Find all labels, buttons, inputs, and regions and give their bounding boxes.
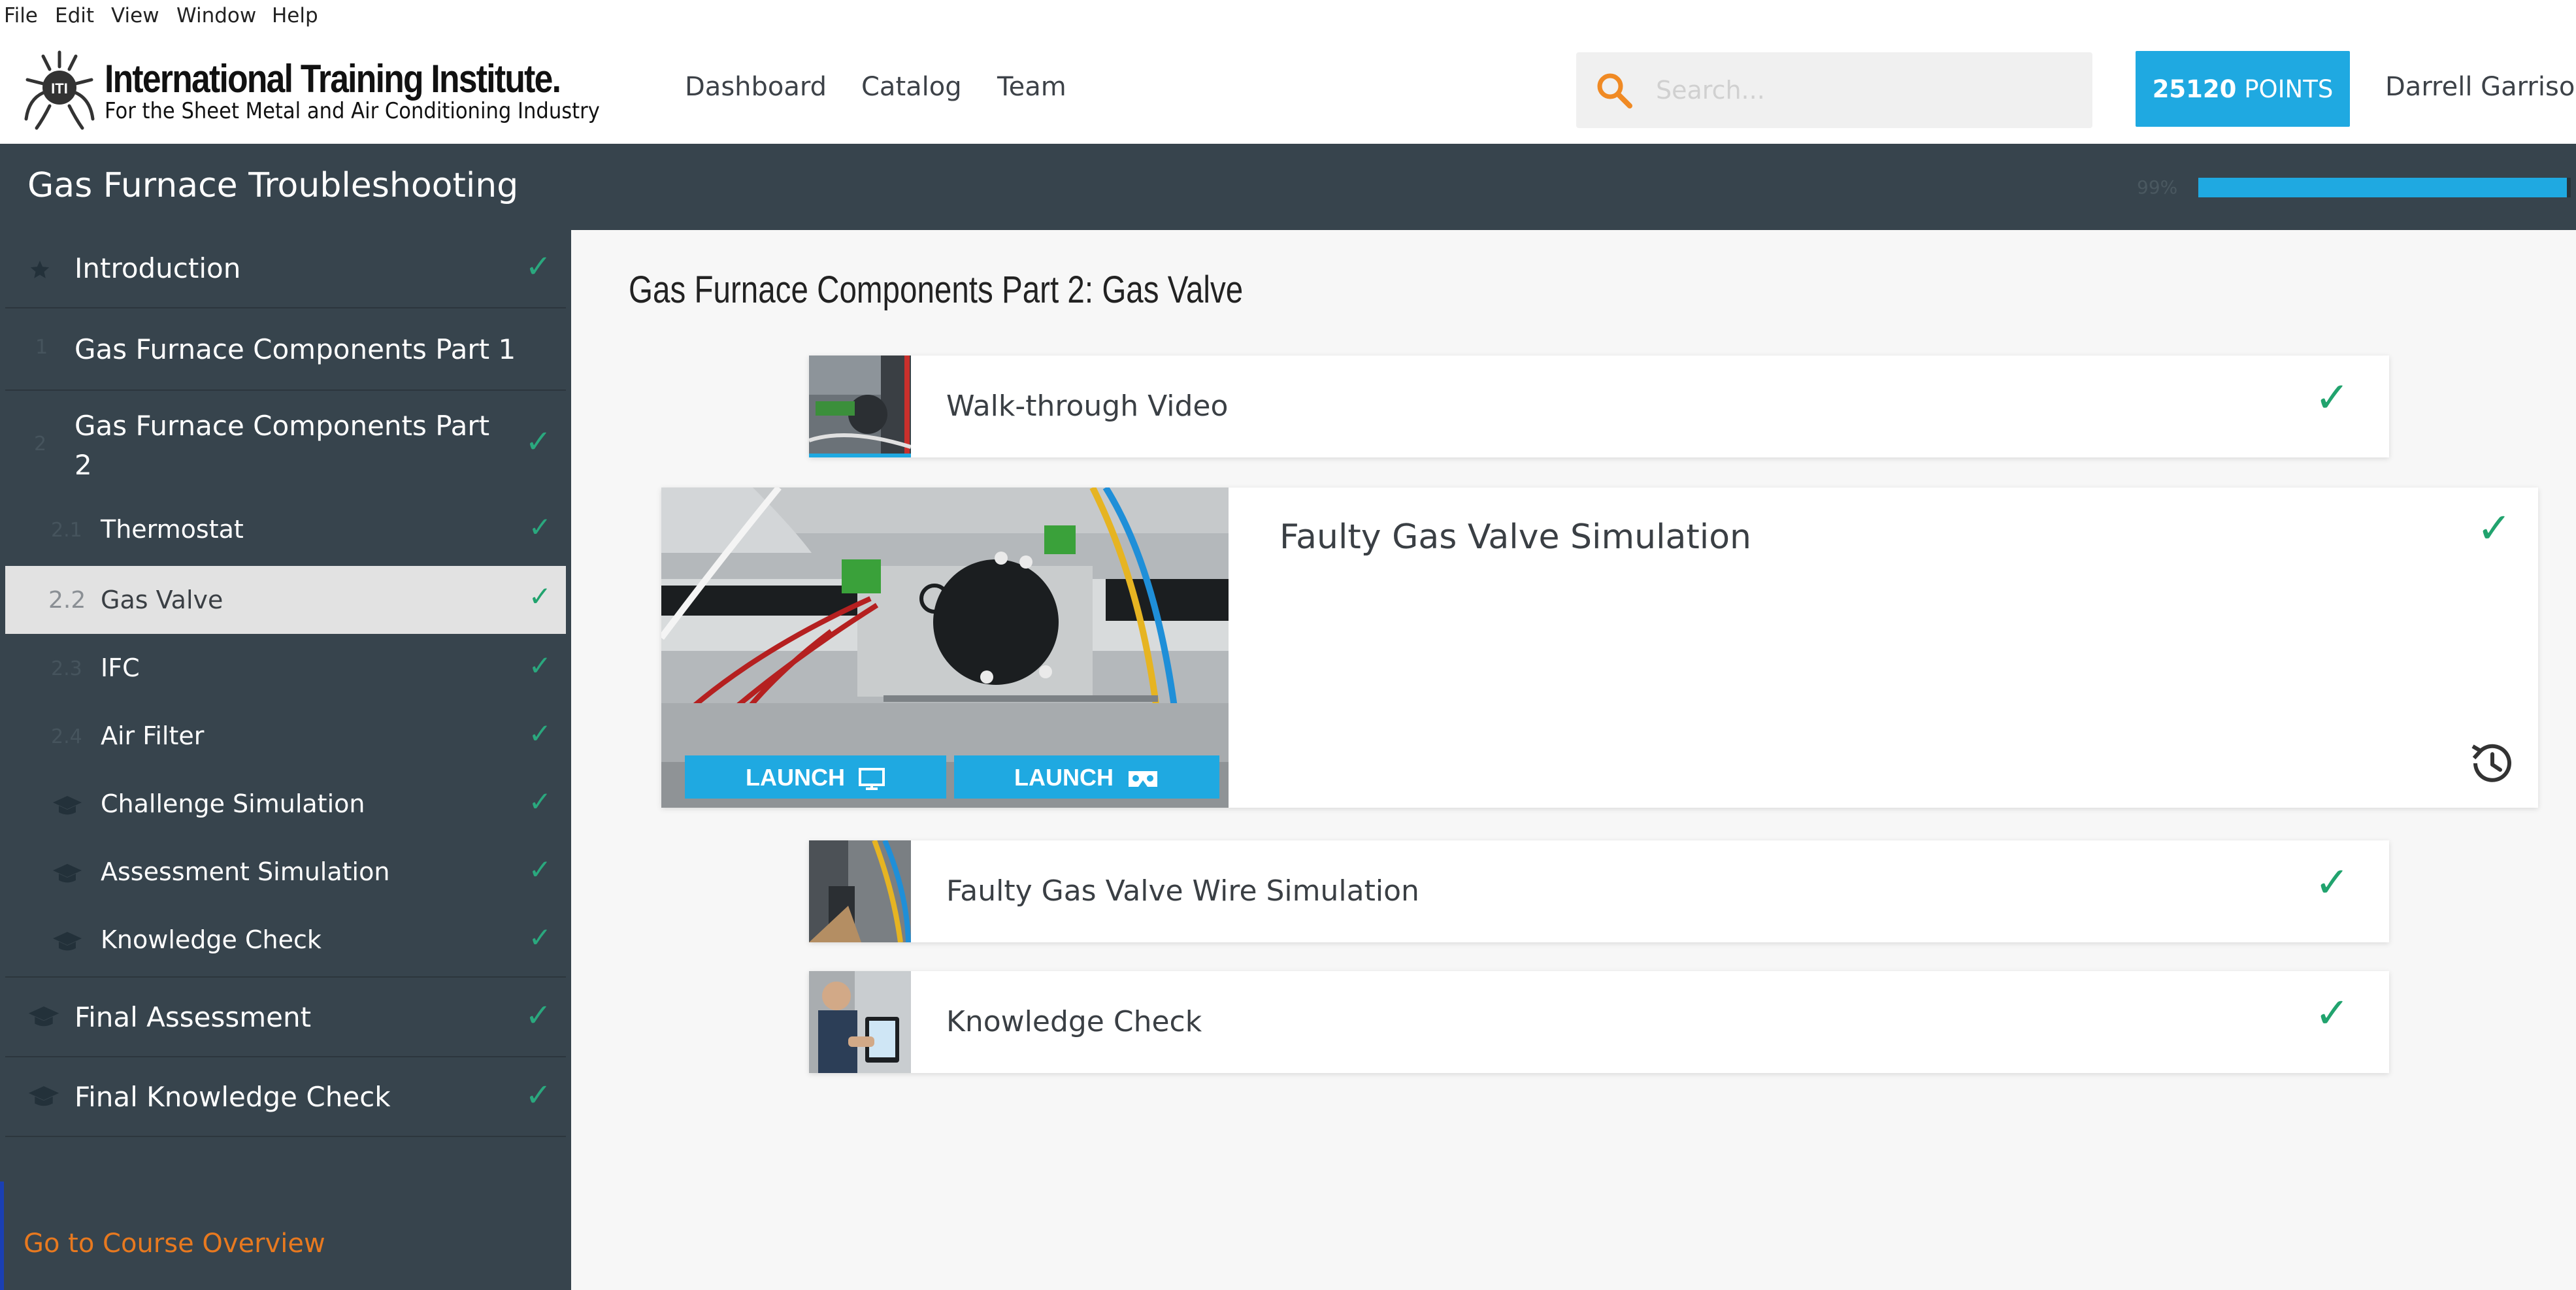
activity-title: Knowledge Check — [946, 1005, 1202, 1038]
activity-card-knowledge-check[interactable]: Knowledge Check ✓ — [809, 971, 2389, 1073]
sidebar-item-air-filter[interactable]: 2.4 Air Filter ✓ — [5, 703, 566, 771]
check-icon: ✓ — [2315, 374, 2350, 422]
check-icon: ✓ — [528, 650, 552, 682]
sidebar-item-thermostat[interactable]: 2.1 Thermostat ✓ — [5, 497, 566, 565]
vr-headset-icon — [1129, 771, 1157, 787]
progress-percent: 99% — [2137, 176, 2178, 198]
course-overview-link[interactable]: Go to Course Overview — [24, 1229, 325, 1259]
activity-thumbnail — [809, 840, 911, 942]
sidebar-divider — [5, 1136, 566, 1137]
sidebar-item-label: Challenge Simulation — [101, 789, 365, 818]
activity-card-walkthrough-video[interactable]: Walk-through Video ✓ — [809, 356, 2389, 457]
graduation-cap-icon — [28, 1006, 59, 1027]
sidebar-item-label: Introduction — [74, 252, 241, 284]
sidebar-item-number: 2.3 — [51, 657, 82, 680]
menu-window[interactable]: Window — [176, 4, 256, 27]
menu-view[interactable]: View — [111, 4, 159, 27]
sidebar-item-label: Assessment Simulation — [101, 857, 390, 886]
menu-bar: File Edit View Window Help — [0, 0, 2576, 37]
check-icon: ✓ — [528, 718, 552, 750]
sidebar-item-label: Air Filter — [101, 721, 205, 750]
course-bar: Gas Furnace Troubleshooting 99% — [0, 144, 2576, 230]
sidebar-item-part-1[interactable]: 1 Gas Furnace Components Part 1 — [5, 308, 566, 389]
graduation-cap-icon — [53, 796, 82, 815]
course-title: Gas Furnace Troubleshooting — [27, 166, 519, 205]
sidebar-item-assessment-simulation[interactable]: Assessment Simulation ✓ — [5, 839, 566, 907]
section-title: Gas Furnace Components Part 2: Gas Valve — [629, 269, 1244, 311]
logo-subtitle: For the Sheet Metal and Air Conditioning… — [105, 98, 600, 124]
activity-thumbnail — [809, 971, 911, 1073]
launch-label: LAUNCH — [1014, 764, 1114, 791]
points-value: 25120 — [2152, 75, 2237, 103]
sidebar-item-label: IFC — [101, 653, 140, 682]
check-icon: ✓ — [525, 1077, 552, 1114]
check-icon: ✓ — [2477, 504, 2512, 553]
star-icon — [30, 260, 50, 278]
check-icon: ✓ — [528, 511, 552, 543]
points-button[interactable]: 25120 POINTS — [2136, 51, 2350, 127]
nav-catalog[interactable]: Catalog — [861, 72, 962, 102]
search-box[interactable] — [1576, 52, 2092, 128]
check-icon: ✓ — [528, 853, 552, 885]
sidebar-item-final-assessment[interactable]: Final Assessment ✓ — [5, 978, 566, 1056]
sidebar-item-label: Thermostat — [101, 515, 244, 544]
sidebar-item-knowledge-check[interactable]: Knowledge Check ✓ — [5, 907, 566, 975]
nav-dashboard[interactable]: Dashboard — [685, 72, 827, 102]
points-label: POINTS — [2244, 75, 2334, 103]
check-icon: ✓ — [525, 997, 552, 1034]
progress-bar — [2198, 178, 2571, 197]
check-icon: ✓ — [528, 786, 552, 818]
monitor-icon — [859, 768, 885, 791]
graduation-cap-icon — [28, 1086, 59, 1106]
activity-title: Walk-through Video — [946, 389, 1229, 423]
activity-thumbnail — [809, 356, 911, 457]
sidebar-item-gas-valve[interactable]: 2.2 Gas Valve ✓ — [5, 566, 566, 634]
graduation-cap-icon — [53, 864, 82, 883]
nav-team[interactable]: Team — [997, 72, 1066, 102]
logo-title: International Training Institute. — [105, 57, 561, 101]
check-icon: ✓ — [525, 248, 552, 285]
svg-text:ITI: ITI — [51, 80, 68, 97]
check-icon: ✓ — [528, 580, 552, 612]
menu-edit[interactable]: Edit — [55, 4, 94, 27]
top-header: ITI International Training Institute. Fo… — [0, 37, 2576, 144]
sidebar-item-number: 1 — [35, 336, 48, 359]
sidebar-item-label: Gas Valve — [101, 586, 223, 614]
progress-fill — [2198, 178, 2568, 197]
check-icon: ✓ — [2315, 989, 2350, 1038]
launch-desktop-button[interactable]: LAUNCH — [685, 755, 946, 799]
sidebar-item-final-knowledge-check[interactable]: Final Knowledge Check ✓ — [5, 1057, 566, 1136]
check-icon: ✓ — [2315, 859, 2350, 907]
search-input[interactable] — [1655, 67, 2075, 114]
sidebar-item-label: Final Knowledge Check — [74, 1081, 391, 1113]
launch-vr-button[interactable]: LAUNCH — [954, 755, 1219, 799]
menu-help[interactable]: Help — [272, 4, 318, 27]
iti-logo-icon: ITI — [24, 50, 95, 130]
check-icon: ✓ — [525, 423, 552, 460]
activity-card-faulty-gas-valve-simulation[interactable]: LAUNCH LAUNCH Faulty Gas Valve Simulatio… — [661, 488, 2538, 808]
activity-title: Faulty Gas Valve Simulation — [1280, 518, 1752, 557]
sidebar-item-number: 2.4 — [51, 725, 82, 748]
sidebar-item-label: Gas Furnace Components Part 1 — [74, 333, 516, 365]
sidebar-item-challenge-simulation[interactable]: Challenge Simulation ✓ — [5, 771, 566, 839]
history-icon[interactable] — [2466, 738, 2516, 788]
sidebar-item-number: 2.1 — [51, 519, 82, 542]
activity-card-faulty-gas-valve-wire-simulation[interactable]: Faulty Gas Valve Wire Simulation ✓ — [809, 840, 2389, 942]
activity-title: Faulty Gas Valve Wire Simulation — [946, 874, 1419, 908]
sidebar-item-label: Gas Furnace Components Part 2 — [74, 410, 490, 481]
graduation-cap-icon — [53, 932, 82, 951]
sidebar-item-ifc[interactable]: 2.3 IFC ✓ — [5, 635, 566, 703]
check-icon: ✓ — [528, 921, 552, 953]
search-icon[interactable] — [1594, 71, 1634, 110]
window-edge — [0, 1182, 4, 1290]
launch-label: LAUNCH — [746, 764, 845, 791]
sidebar-item-number: 2 — [34, 433, 47, 455]
user-name[interactable]: Darrell Garrison — [2385, 72, 2576, 102]
sidebar-item-part-2[interactable]: 2 Gas Furnace Components Part 2 ✓ — [5, 391, 566, 490]
menu-file[interactable]: File — [4, 4, 38, 27]
sidebar-item-label: Knowledge Check — [101, 925, 322, 954]
sidebar-item-introduction[interactable]: Introduction ✓ — [5, 230, 566, 307]
sidebar-item-number: 2.2 — [48, 587, 86, 614]
sidebar-item-label: Final Assessment — [74, 1001, 312, 1033]
